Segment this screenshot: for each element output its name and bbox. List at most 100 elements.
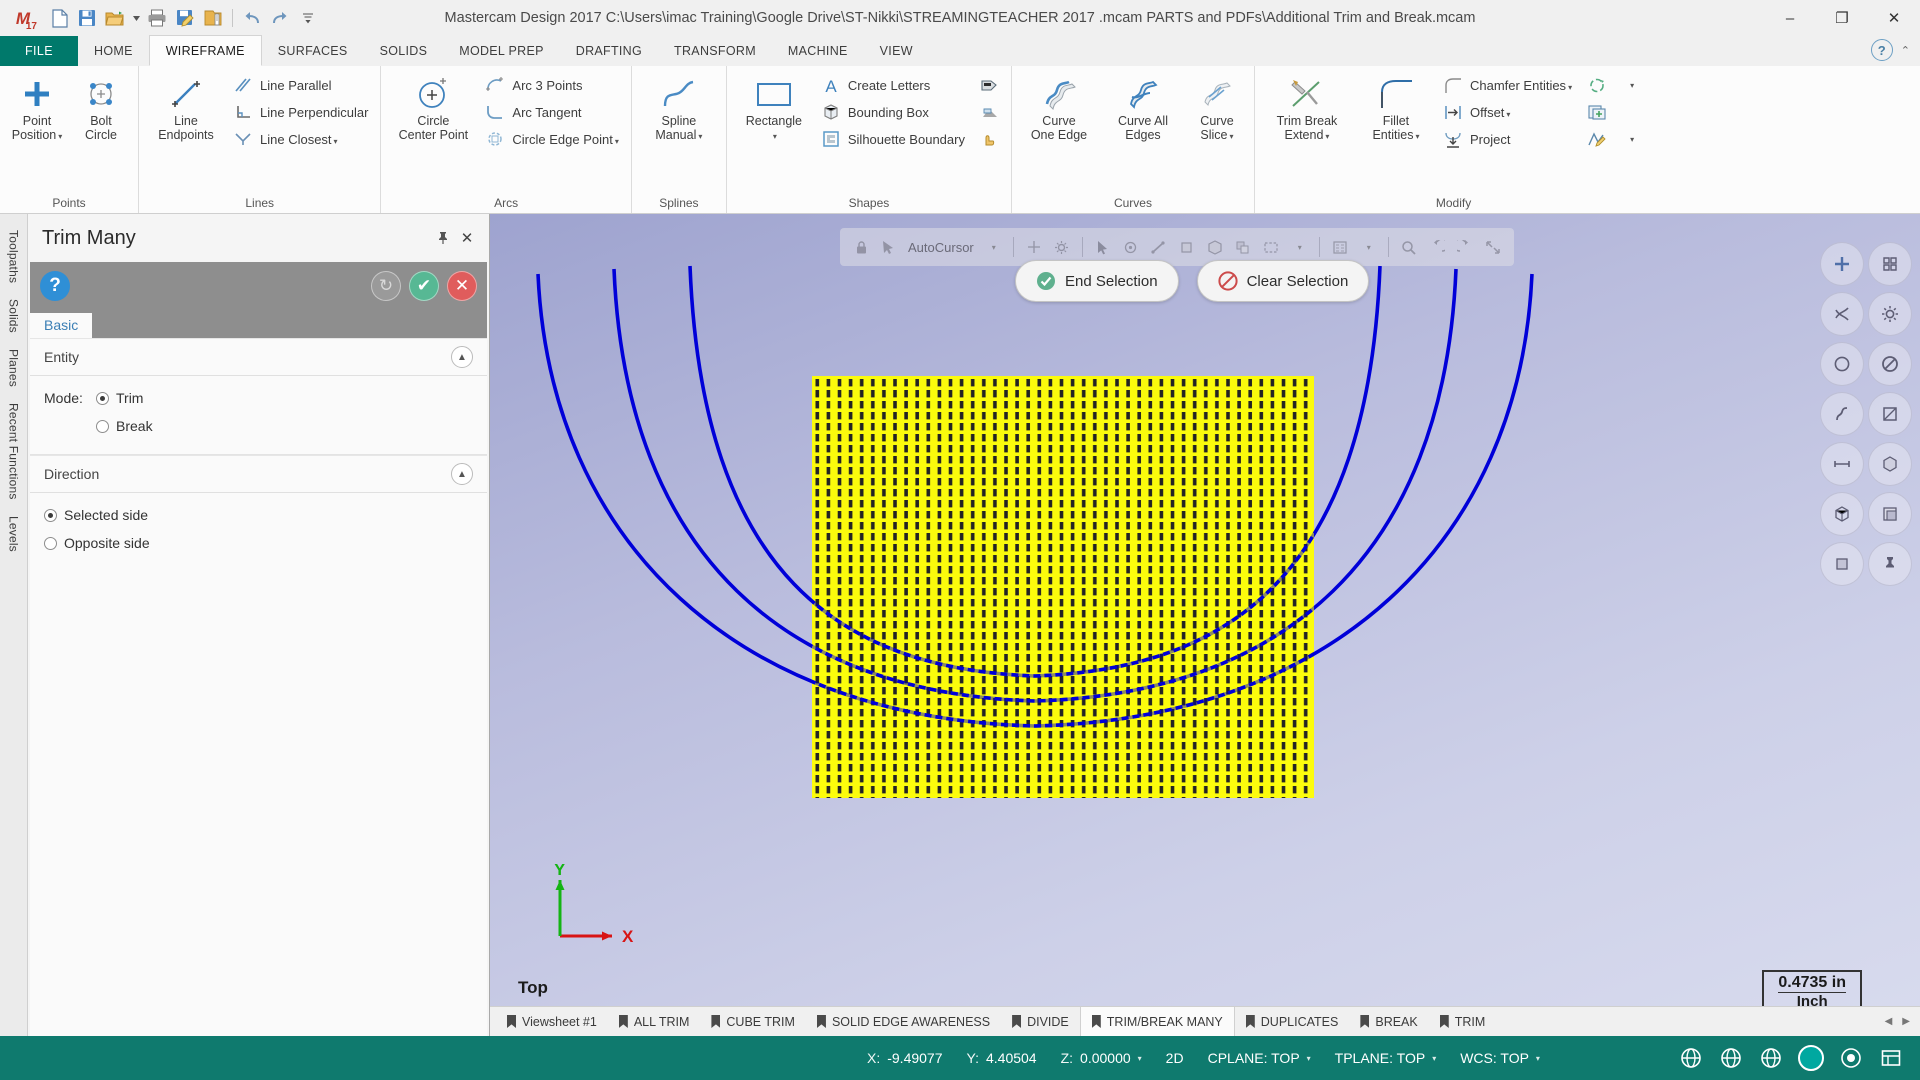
sidebar-tab-levels[interactable]: Levels xyxy=(4,508,24,560)
redo-view-icon[interactable] xyxy=(1452,234,1478,260)
panel-tab-basic[interactable]: Basic xyxy=(30,313,93,338)
curve-slice-button[interactable]: Curve Slice ▾ xyxy=(1186,70,1248,148)
cube-display-icon[interactable] xyxy=(1820,542,1864,586)
sheet-nav-left-icon[interactable]: ◀ xyxy=(1885,1016,1893,1027)
settings-gear-icon[interactable] xyxy=(1868,292,1912,336)
tab-home[interactable]: HOME xyxy=(78,36,149,66)
autocursor-caret-icon[interactable]: ▾ xyxy=(980,234,1006,260)
status-2d-toggle[interactable]: 2D xyxy=(1154,1050,1196,1066)
circle-edge-point-button[interactable]: Circle Edge Point ▾ xyxy=(481,126,624,152)
curve-one-edge-button[interactable]: Curve One Edge xyxy=(1018,70,1100,146)
sheet-tab-divide[interactable]: DIVIDE xyxy=(1001,1007,1080,1037)
point-position-button[interactable]: Point Position ▾ xyxy=(6,70,68,148)
collapse-ribbon-icon[interactable]: ⌃ xyxy=(1901,44,1910,57)
select-all-icon[interactable] xyxy=(1230,234,1256,260)
chevron-up-icon-direction[interactable]: ▲ xyxy=(451,463,473,485)
planes-globe-icon[interactable] xyxy=(1758,1045,1784,1071)
circle-view-icon[interactable] xyxy=(1820,342,1864,386)
silhouette-boundary-button[interactable]: Silhouette Boundary xyxy=(817,126,971,152)
dynamic-xform-caret[interactable]: ▾ xyxy=(1618,73,1644,98)
redo-icon[interactable] xyxy=(267,5,293,31)
print-icon[interactable] xyxy=(144,5,170,31)
trim-break-extend-button[interactable]: Trim Break Extend ▾ xyxy=(1261,70,1353,148)
create-letters-button[interactable]: A Create Letters xyxy=(817,72,971,98)
add-entity-icon[interactable] xyxy=(1584,100,1610,125)
wireframe-shade-icon[interactable] xyxy=(1820,292,1864,336)
sheet-tab-break[interactable]: BREAK xyxy=(1349,1007,1428,1037)
edit-geometry-icon[interactable] xyxy=(1584,127,1610,152)
sheet-tab-solid-edge-awareness[interactable]: SOLID EDGE AWARENESS xyxy=(806,1007,1001,1037)
select-edge-icon[interactable] xyxy=(1146,234,1172,260)
tab-solids[interactable]: SOLIDS xyxy=(364,36,444,66)
refit-icon[interactable] xyxy=(1480,234,1506,260)
save-as-icon[interactable] xyxy=(172,5,198,31)
chevron-up-icon-entity[interactable]: ▲ xyxy=(451,346,473,368)
sheet-tab-cube-trim[interactable]: CUBE TRIM xyxy=(700,1007,806,1037)
project-button[interactable]: Project xyxy=(1439,126,1578,152)
status-tplane[interactable]: TPLANE: TOP ▾ xyxy=(1323,1050,1449,1066)
sheet-nav-right-icon[interactable]: ▶ xyxy=(1902,1016,1910,1027)
sidebar-tab-recent-functions[interactable]: Recent Functions xyxy=(4,395,24,508)
customize-qat-icon[interactable] xyxy=(295,5,321,31)
spline-manual-button[interactable]: Spline Manual ▾ xyxy=(638,70,720,148)
select-vertex-icon[interactable] xyxy=(1118,234,1144,260)
minimize-button[interactable]: – xyxy=(1764,0,1816,36)
arc-tangent-button[interactable]: Arc Tangent xyxy=(481,99,624,125)
graphics-viewport[interactable]: AutoCursor ▾ ▾ ▾ End Selection Clear Sel… xyxy=(490,214,1920,1036)
section-header-entity[interactable]: Entity ▲ xyxy=(30,338,487,376)
tab-transform[interactable]: TRANSFORM xyxy=(658,36,772,66)
status-cplane-caret-icon[interactable]: ▾ xyxy=(1307,1054,1311,1063)
tab-wireframe[interactable]: WIREFRAME xyxy=(148,35,262,66)
sidebar-tab-toolpaths[interactable]: Toolpaths xyxy=(4,222,24,291)
pin-display-icon[interactable] xyxy=(1868,542,1912,586)
select-face-icon[interactable] xyxy=(1174,234,1200,260)
shade-solid-icon[interactable] xyxy=(1868,442,1912,486)
undo-view-icon[interactable] xyxy=(1424,234,1450,260)
analyze-icon[interactable] xyxy=(1396,234,1422,260)
door-icon[interactable] xyxy=(977,127,1003,152)
color-swatch[interactable] xyxy=(1798,1045,1824,1071)
panel-ok-button[interactable]: ✔ xyxy=(409,271,439,301)
tab-file[interactable]: FILE xyxy=(0,36,78,66)
status-wcs-caret-icon[interactable]: ▾ xyxy=(1536,1054,1540,1063)
radio-direction-selected-side[interactable] xyxy=(44,508,57,522)
select-window-caret-icon[interactable]: ▾ xyxy=(1286,234,1312,260)
help-icon[interactable]: ? xyxy=(1870,39,1893,61)
tab-view[interactable]: VIEW xyxy=(864,36,929,66)
maximize-button[interactable]: ❐ xyxy=(1816,0,1868,36)
arc-3-points-button[interactable]: Arc 3 Points xyxy=(481,72,624,98)
pin-icon[interactable] xyxy=(431,226,455,250)
sheet-tab-trim[interactable]: TRIM xyxy=(1429,1007,1497,1037)
open-folder-icon[interactable] xyxy=(102,5,128,31)
radio-mode-break[interactable] xyxy=(96,419,109,433)
curve-all-edges-button[interactable]: Curve All Edges xyxy=(1102,70,1184,146)
tab-machine[interactable]: MACHINE xyxy=(772,36,864,66)
section-view-icon[interactable] xyxy=(1868,392,1912,436)
new-file-icon[interactable] xyxy=(46,5,72,31)
autocursor-snap-icon[interactable] xyxy=(1021,234,1047,260)
sheet-tab-viewsheet-1[interactable]: Viewsheet #1 xyxy=(496,1007,608,1037)
tab-model-prep[interactable]: MODEL PREP xyxy=(443,36,560,66)
translucent-icon[interactable] xyxy=(1868,492,1912,536)
bounding-box-button[interactable]: Bounding Box xyxy=(817,99,971,125)
attributes-icon[interactable] xyxy=(1878,1045,1904,1071)
tab-surfaces[interactable]: SURFACES xyxy=(262,36,364,66)
undo-icon[interactable] xyxy=(239,5,265,31)
line-endpoints-button[interactable]: Line Endpoints xyxy=(145,70,227,146)
dynamic-xform-icon[interactable] xyxy=(1584,73,1610,98)
tab-drafting[interactable]: DRAFTING xyxy=(560,36,658,66)
close-button[interactable]: ✕ xyxy=(1868,0,1920,36)
no-display-icon[interactable] xyxy=(1868,342,1912,386)
rectangle-button[interactable]: Rectangle ▾ xyxy=(733,70,815,148)
offset-button[interactable]: Offset ▾ xyxy=(1439,99,1578,125)
autocursor-icon[interactable] xyxy=(876,234,902,260)
level-indicator-icon[interactable] xyxy=(1838,1045,1864,1071)
bolt-circle-button[interactable]: Bolt Circle xyxy=(70,70,132,146)
open-dropdown-caret[interactable] xyxy=(130,5,142,31)
end-selection-button[interactable]: End Selection xyxy=(1015,260,1179,302)
sidebar-tab-planes[interactable]: Planes xyxy=(4,341,24,395)
select-mask-icon[interactable] xyxy=(1327,234,1353,260)
spline-display-icon[interactable] xyxy=(1820,392,1864,436)
sheet-tab-duplicates[interactable]: DUPLICATES xyxy=(1235,1007,1350,1037)
line-perpendicular-button[interactable]: Line Perpendicular xyxy=(229,99,374,125)
